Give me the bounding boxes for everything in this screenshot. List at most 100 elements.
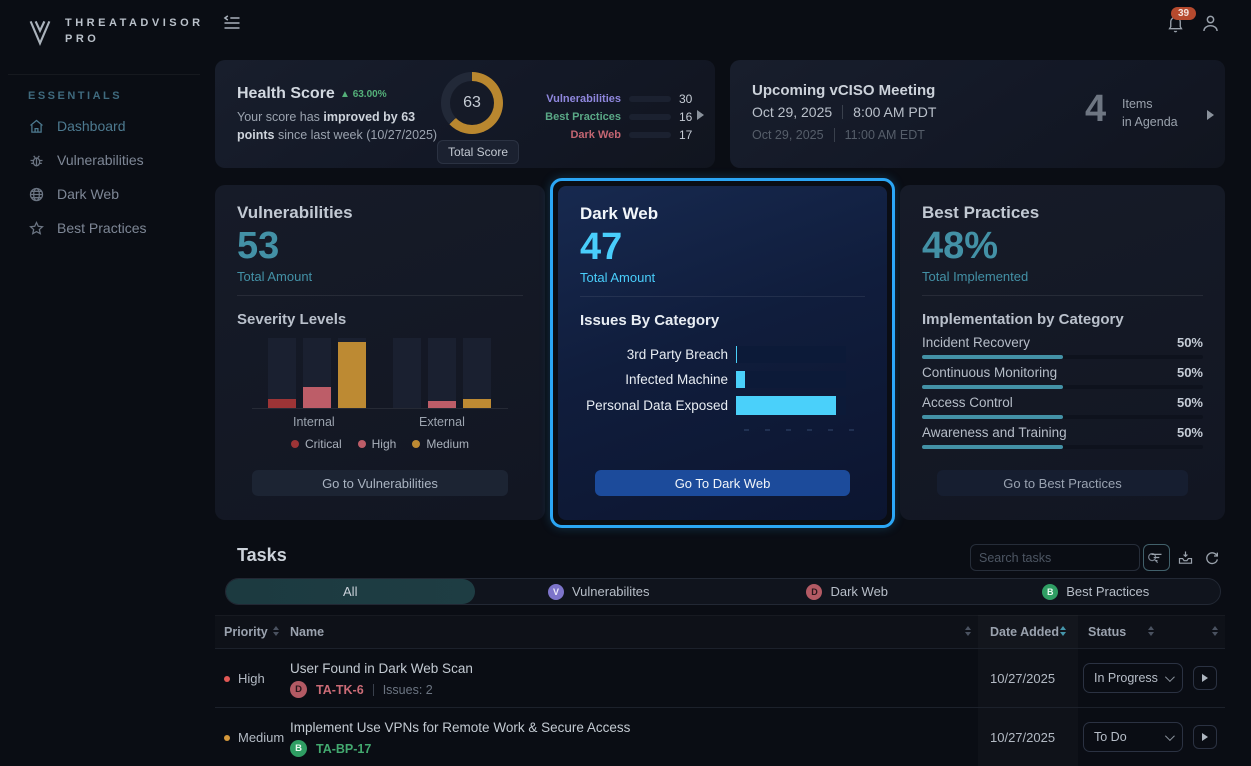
chevron-down-icon <box>1165 672 1175 682</box>
sidebar-item-best-practices[interactable]: Best Practices <box>28 214 188 242</box>
medium-dot <box>412 440 420 448</box>
expand-task-button[interactable] <box>1193 725 1217 749</box>
agenda-count: 4 <box>1085 88 1106 131</box>
bp-row-pct: 50% <box>1177 335 1203 350</box>
refresh-icon <box>1204 550 1220 566</box>
status-dropdown[interactable]: To Do <box>1083 722 1183 752</box>
agenda-label: Itemsin Agenda <box>1122 96 1178 131</box>
sort-icon-date-added[interactable] <box>1060 626 1066 636</box>
bp-row-label: Awareness and Training <box>922 425 1067 440</box>
axis-ticks <box>744 429 854 431</box>
progress-bar <box>922 445 1203 449</box>
sidebar-item-dashboard[interactable]: Dashboard <box>28 112 188 140</box>
sidebar-item-label: Dashboard <box>57 118 126 134</box>
dark-web-card-highlight: Dark Web 47 Total Amount Issues By Categ… <box>550 178 895 528</box>
dark-web-total: 47 <box>580 226 622 269</box>
bar-external-high <box>428 338 456 408</box>
vciso-meeting-card[interactable]: Upcoming vCISO Meeting Oct 29, 20258:00 … <box>730 60 1225 168</box>
column-name[interactable]: Name <box>290 625 324 639</box>
column-priority[interactable]: Priority <box>224 625 268 639</box>
chevron-right-icon[interactable] <box>1207 110 1214 120</box>
card-title: Best Practices <box>922 203 1039 223</box>
progress-bar <box>922 385 1203 389</box>
task-issues: Issues: 2 <box>383 683 433 697</box>
gauge-label-chip: Total Score <box>437 140 519 164</box>
notification-count-badge: 39 <box>1171 7 1196 20</box>
go-to-vulnerabilities-button[interactable]: Go to Vulnerabilities <box>252 470 508 496</box>
date-added-cell: 10/27/2025 <box>990 671 1055 686</box>
bp-row-label: Continuous Monitoring <box>922 365 1057 380</box>
sidebar-item-dark-web[interactable]: Dark Web <box>28 180 188 208</box>
refresh-button[interactable] <box>1198 544 1225 571</box>
legend-bar <box>629 132 671 138</box>
sidebar-item-label: Vulnerabilities <box>57 152 144 168</box>
tab-dark-web[interactable]: D Dark Web <box>723 579 972 604</box>
priority-cell: High <box>224 671 265 686</box>
go-to-best-practices-button[interactable]: Go to Best Practices <box>937 470 1188 496</box>
user-profile-icon[interactable] <box>1200 13 1221 34</box>
go-to-dark-web-button[interactable]: Go To Dark Web <box>595 470 850 496</box>
task-meta: D TA-TK-6 Issues: 2 <box>290 681 433 698</box>
bar-external-critical <box>393 338 421 408</box>
tasks-table: Priority Name Date Added Status High Use… <box>215 615 1225 766</box>
tab-all[interactable]: All <box>226 579 475 604</box>
table-row[interactable]: Medium Implement Use VPNs for Remote Wor… <box>215 707 1225 766</box>
sort-icon-status[interactable] <box>1148 626 1154 636</box>
progress-bar <box>922 355 1203 359</box>
best-practices-badge-icon: B <box>290 740 307 757</box>
critical-dot <box>291 440 299 448</box>
status-dropdown[interactable]: In Progress <box>1083 663 1183 693</box>
health-score-description: Your score has improved by 63 points sin… <box>237 108 442 144</box>
best-practices-badge-icon: B <box>1042 584 1058 600</box>
sidebar-item-vulnerabilities[interactable]: Vulnerabilities <box>28 146 188 174</box>
bar-internal-high <box>303 338 331 408</box>
sort-icon-actions[interactable] <box>1212 626 1218 636</box>
bar-external-medium <box>463 338 491 408</box>
bar-internal-medium <box>338 338 366 408</box>
bp-row-label: Access Control <box>922 395 1013 410</box>
divider <box>834 128 835 142</box>
search-input[interactable] <box>979 551 1140 565</box>
brand-name-line1: THREATADVISOR <box>65 16 204 32</box>
home-icon <box>28 118 45 135</box>
priority-cell: Medium <box>224 730 284 745</box>
expand-task-button[interactable] <box>1193 666 1217 690</box>
total-score-gauge: 63 <box>441 72 503 134</box>
internal-group <box>268 338 366 408</box>
tab-best-practices[interactable]: B Best Practices <box>972 579 1221 604</box>
archive-inbox-button[interactable] <box>1172 544 1199 571</box>
tasks-title: Tasks <box>237 545 287 566</box>
severity-legend: Critical High Medium <box>215 437 545 451</box>
progress-bar <box>922 415 1203 419</box>
chevron-right-icon[interactable] <box>697 110 704 120</box>
vulnerabilities-total: 53 <box>237 225 279 268</box>
task-search[interactable] <box>970 544 1140 571</box>
sidebar-collapse-icon[interactable] <box>222 13 242 33</box>
column-date-added[interactable]: Date Added <box>990 625 1059 639</box>
best-practices-card: Best Practices 48% Total Implemented Imp… <box>900 185 1225 520</box>
sort-icon-priority[interactable] <box>273 626 279 636</box>
column-status[interactable]: Status <box>1088 625 1126 639</box>
meeting-title: Upcoming vCISO Meeting <box>752 82 935 99</box>
app-logo: THREATADVISOR PRO <box>25 16 204 48</box>
trend-up-icon: ▲ <box>340 89 350 100</box>
bar-track <box>736 371 846 388</box>
health-score-title: Health Score <box>237 85 335 103</box>
priority-dot <box>224 735 230 741</box>
severity-bar-chart <box>268 338 491 408</box>
table-row[interactable]: High User Found in Dark Web Scan D TA-TK… <box>215 648 1225 707</box>
health-score-card[interactable]: Health Score ▲ 63.00% Your score has imp… <box>215 60 715 168</box>
filter-button[interactable] <box>1143 544 1170 571</box>
play-icon <box>1202 733 1208 741</box>
task-id: TA-TK-6 <box>316 683 364 697</box>
bar-track <box>736 346 846 363</box>
table-header: Priority Name Date Added Status <box>215 615 1225 648</box>
threatadvisor-dashboard: THREATADVISOR PRO 39 ESSENTIALS Dashboar… <box>0 0 1251 766</box>
sort-icon-name[interactable] <box>965 626 971 636</box>
high-dot <box>358 440 366 448</box>
tab-vulnerabilities[interactable]: V Vulnerabilites <box>475 579 724 604</box>
play-icon <box>1202 674 1208 682</box>
total-label: Total Implemented <box>922 269 1028 284</box>
total-label: Total Amount <box>237 269 312 284</box>
bp-row-pct: 50% <box>1177 395 1203 410</box>
